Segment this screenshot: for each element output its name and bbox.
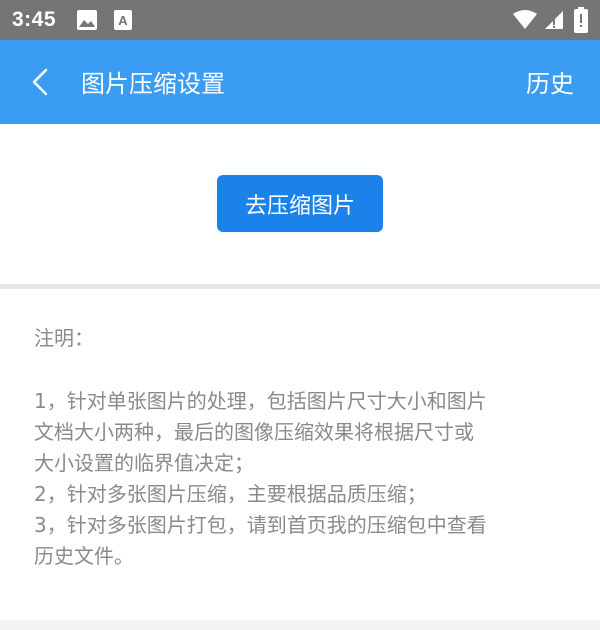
status-bar: 3:45 A bbox=[0, 0, 600, 40]
signal-icon bbox=[545, 11, 563, 29]
page-title: 图片压缩设置 bbox=[81, 70, 225, 98]
status-time: 3:45 bbox=[12, 8, 57, 31]
notes-line: 大小设置的临界值决定； bbox=[34, 451, 254, 475]
history-button[interactable]: 历史 bbox=[526, 64, 574, 99]
notes-line: 2，针对多张图片压缩，主要根据品质压缩； bbox=[34, 482, 427, 506]
image-icon bbox=[77, 10, 97, 30]
svg-text:A: A bbox=[118, 13, 128, 28]
notes-section: 注明： 1，针对单张图片的处理，包括图片尺寸大小和图片 文档大小两种，最后的图像… bbox=[0, 289, 600, 620]
bottom-strip bbox=[0, 620, 600, 630]
app-bar: 图片压缩设置 历史 bbox=[0, 40, 600, 124]
notes-line: 3，针对多张图片打包，请到首页我的压缩包中查看 bbox=[34, 513, 487, 537]
battery-icon bbox=[574, 7, 588, 33]
notes-line: 1，针对单张图片的处理，包括图片尺寸大小和图片 bbox=[34, 389, 487, 413]
notes-line: 文档大小两种，最后的图像压缩效果将根据尺寸或 bbox=[34, 420, 474, 444]
compress-section: 去压缩图片 bbox=[0, 124, 600, 284]
font-a-icon: A bbox=[114, 10, 132, 30]
notes-line: 历史文件。 bbox=[34, 544, 134, 568]
notes-title: 注明： bbox=[34, 326, 94, 350]
compress-image-button[interactable]: 去压缩图片 bbox=[217, 175, 383, 232]
back-icon[interactable] bbox=[26, 62, 58, 102]
wifi-icon bbox=[513, 10, 537, 29]
